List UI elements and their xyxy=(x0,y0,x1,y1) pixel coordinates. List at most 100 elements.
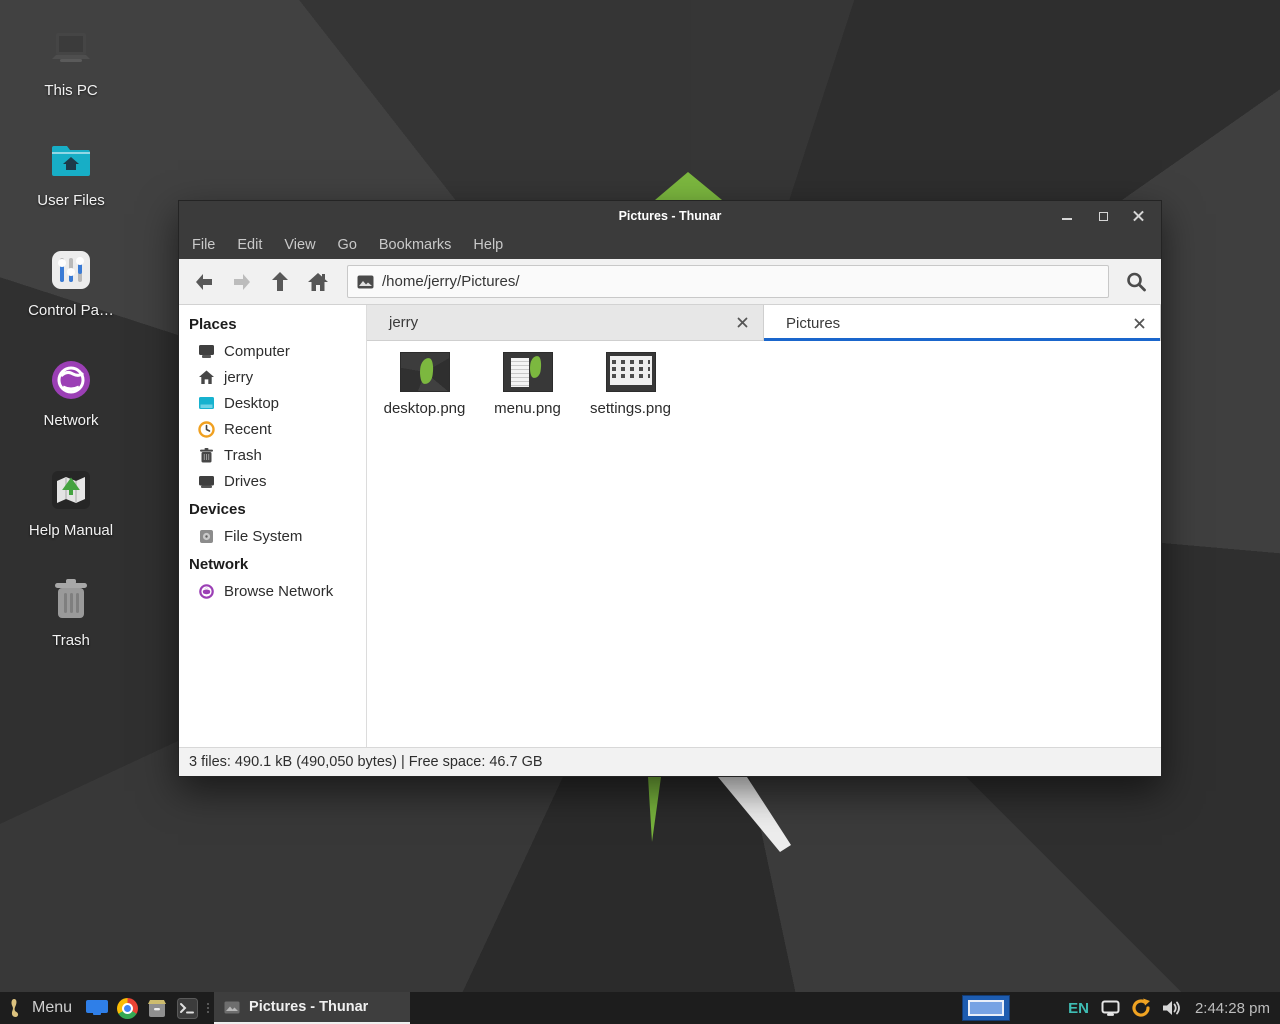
menu-go[interactable]: Go xyxy=(327,231,368,259)
desktop-icon-user-files[interactable]: User Files xyxy=(16,124,126,234)
desktop-icon-control-panel[interactable]: Control Pa… xyxy=(16,234,126,344)
terminal-icon[interactable] xyxy=(172,992,202,1024)
network-globe-icon xyxy=(198,583,215,600)
sidebar-item-label: Recent xyxy=(224,421,272,438)
sidebar-item-trash[interactable]: Trash xyxy=(179,442,366,468)
show-desktop-icon[interactable] xyxy=(82,992,112,1024)
sidebar-item-label: Desktop xyxy=(224,395,279,412)
file-list-view[interactable]: desktop.png menu.png xyxy=(367,341,1161,747)
sidebar-item-label: Trash xyxy=(224,447,262,464)
taskbar-window-button[interactable]: Pictures - Thunar xyxy=(214,992,410,1024)
back-arrow-icon xyxy=(193,272,215,292)
clock[interactable]: 2:44:28 pm xyxy=(1195,1000,1270,1017)
home-button[interactable] xyxy=(299,265,337,299)
taskbar-window-label: Pictures - Thunar xyxy=(249,999,368,1015)
desktop-icon-this-pc[interactable]: This PC xyxy=(16,14,126,124)
desktop-icon-trash[interactable]: Trash xyxy=(16,564,126,674)
desktop-icon-label: This PC xyxy=(44,82,97,99)
panel-handle[interactable] xyxy=(204,992,212,1024)
sidebar-item-label: File System xyxy=(224,528,302,545)
chrome-icon[interactable] xyxy=(112,992,142,1024)
trash-icon xyxy=(46,576,96,624)
menu-bookmarks[interactable]: Bookmarks xyxy=(368,231,463,259)
desktop-icon-label: User Files xyxy=(37,192,105,209)
sidebar-section-devices: Devices xyxy=(179,494,366,523)
tab-bar: jerry Pictures xyxy=(367,305,1161,341)
computer-icon xyxy=(198,343,215,360)
minimize-button[interactable] xyxy=(1061,210,1073,222)
sidebar-item-browse-network[interactable]: Browse Network xyxy=(179,578,366,604)
desktop-png-thumbnail xyxy=(401,353,449,391)
desktop-icon-label: Trash xyxy=(52,632,90,649)
menu-help[interactable]: Help xyxy=(462,231,514,259)
drive-icon xyxy=(198,473,215,490)
tab-pictures[interactable]: Pictures xyxy=(764,305,1161,341)
window-titlebar[interactable]: Pictures - Thunar xyxy=(179,201,1161,231)
search-icon xyxy=(1125,271,1147,293)
recent-clock-icon xyxy=(198,421,215,438)
display-tray-icon[interactable] xyxy=(1099,996,1123,1020)
computer-icon xyxy=(46,26,96,74)
sidebar-item-recent[interactable]: Recent xyxy=(179,416,366,442)
path-text: /home/jerry/Pictures/ xyxy=(382,273,520,290)
up-button[interactable] xyxy=(261,265,299,299)
tab-close-icon[interactable] xyxy=(733,314,751,332)
sidebar-item-computer[interactable]: Computer xyxy=(179,338,366,364)
update-manager-icon[interactable] xyxy=(1129,996,1153,1020)
status-text: 3 files: 490.1 kB (490,050 bytes) | Free… xyxy=(189,754,543,770)
desktop-icon-label: Help Manual xyxy=(29,522,113,539)
tab-label: jerry xyxy=(389,314,418,331)
home-icon xyxy=(198,369,215,386)
tab-close-icon[interactable] xyxy=(1130,314,1148,332)
settings-png-thumbnail xyxy=(607,353,655,391)
system-tray: EN 2:44:28 pm xyxy=(962,995,1280,1021)
sidebar-item-jerry[interactable]: jerry xyxy=(179,364,366,390)
sidebar-item-file-system[interactable]: File System xyxy=(179,523,366,549)
back-button[interactable] xyxy=(185,265,223,299)
maximize-button[interactable] xyxy=(1097,210,1109,222)
menu-view[interactable]: View xyxy=(273,231,326,259)
desktop-icon-help-manual[interactable]: Help Manual xyxy=(16,454,126,564)
desktop-icon-list: This PC User Files Control Pa… Network H… xyxy=(16,14,126,674)
image-icon xyxy=(357,275,374,289)
file-system-drive-icon xyxy=(198,528,215,545)
tab-label: Pictures xyxy=(786,315,840,332)
file-desktop-png[interactable]: desktop.png xyxy=(373,351,476,417)
sidebar-item-label: Browse Network xyxy=(224,583,333,600)
desktop-icon-network[interactable]: Network xyxy=(16,344,126,454)
tab-jerry[interactable]: jerry xyxy=(367,305,764,341)
sidebar-item-drives[interactable]: Drives xyxy=(179,468,366,494)
window-task-icon xyxy=(224,1001,240,1014)
menu-edit[interactable]: Edit xyxy=(226,231,273,259)
menu-png-thumbnail xyxy=(504,353,552,391)
file-settings-png[interactable]: settings.png xyxy=(579,351,682,417)
menu-bar: File Edit View Go Bookmarks Help xyxy=(179,231,1161,259)
menu-button[interactable]: Menu xyxy=(0,992,82,1024)
window-title: Pictures - Thunar xyxy=(179,209,1161,223)
forward-button[interactable] xyxy=(223,265,261,299)
home-icon xyxy=(307,271,329,293)
path-bar[interactable]: /home/jerry/Pictures/ xyxy=(347,265,1109,298)
active-workspace[interactable] xyxy=(968,1000,1004,1016)
file-manager-icon[interactable] xyxy=(142,992,172,1024)
status-bar: 3 files: 490.1 kB (490,050 bytes) | Free… xyxy=(179,747,1161,776)
file-name: desktop.png xyxy=(384,400,466,417)
window-controls xyxy=(1061,210,1161,222)
trash-icon xyxy=(198,447,215,464)
sidebar-item-desktop[interactable]: Desktop xyxy=(179,390,366,416)
help-manual-icon xyxy=(46,466,96,514)
mint-menu-icon xyxy=(8,998,24,1018)
menu-file[interactable]: File xyxy=(181,231,226,259)
desktop-icon-label: Network xyxy=(43,412,98,429)
volume-icon[interactable] xyxy=(1159,996,1183,1020)
close-button[interactable] xyxy=(1133,210,1145,222)
network-globe-icon xyxy=(46,356,96,404)
desktop-icon xyxy=(198,395,215,412)
workspace-switcher[interactable] xyxy=(962,995,1010,1021)
desktop-icon-label: Control Pa… xyxy=(28,302,114,319)
sidebar-section-network: Network xyxy=(179,549,366,578)
keyboard-layout-indicator[interactable]: EN xyxy=(1068,1000,1089,1017)
search-button[interactable] xyxy=(1119,265,1153,299)
file-menu-png[interactable]: menu.png xyxy=(476,351,579,417)
forward-arrow-icon xyxy=(231,272,253,292)
